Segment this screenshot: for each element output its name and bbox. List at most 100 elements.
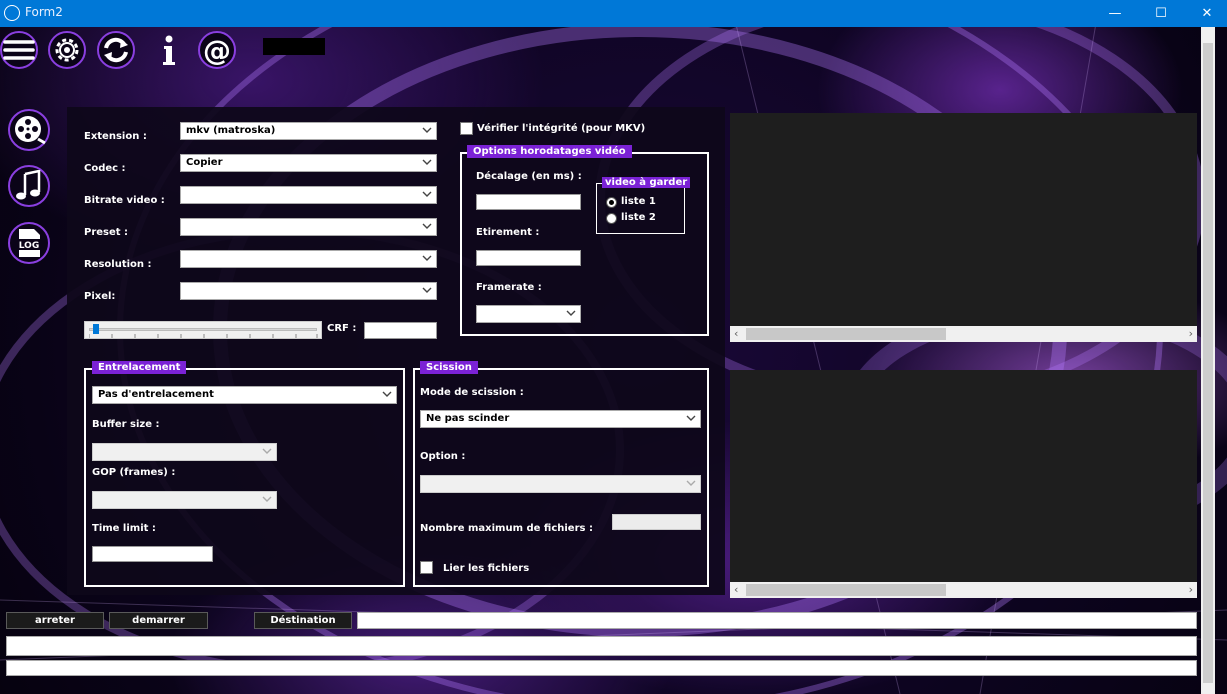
log-pane-top-hscroll[interactable]: ‹ › — [730, 326, 1197, 342]
destination-button[interactable]: Déstination — [254, 612, 352, 629]
stretch-input[interactable] — [476, 250, 581, 266]
timestamps-title: Options horodatages vidéo — [467, 145, 632, 158]
log-pane-top[interactable] — [730, 113, 1197, 326]
chevron-down-icon — [566, 310, 576, 316]
chevron-down-icon — [422, 159, 432, 165]
gop-select[interactable] — [92, 491, 277, 509]
buffer-label: Buffer size : — [92, 419, 160, 430]
stretch-label: Etirement : — [476, 227, 540, 238]
crf-slider[interactable] — [84, 321, 322, 339]
chevron-down-icon — [422, 191, 432, 197]
split-option-select[interactable] — [420, 475, 701, 493]
time-limit-label: Time limit : — [92, 523, 156, 534]
menu-icon[interactable] — [0, 31, 38, 69]
scroll-right-icon[interactable]: › — [1189, 327, 1193, 340]
max-files-label: Nombre maximum de fichiers : — [420, 523, 593, 534]
radio-liste-1[interactable] — [606, 197, 617, 208]
chevron-down-icon — [422, 287, 432, 293]
split-option-label: Option : — [420, 451, 466, 462]
pixel-select[interactable] — [180, 282, 437, 300]
radio-liste-2[interactable] — [606, 213, 617, 224]
video-keep-title: video à garder — [602, 177, 691, 188]
integrity-checkbox[interactable] — [460, 122, 473, 135]
split-title: Scission — [420, 361, 478, 374]
window-title: Form2 — [25, 5, 63, 19]
chevron-down-icon — [262, 448, 272, 454]
link-files-checkbox[interactable] — [420, 561, 433, 574]
chevron-down-icon — [686, 480, 696, 486]
radio-liste-2-label: liste 2 — [621, 212, 656, 223]
gear-icon[interactable] — [48, 31, 86, 69]
vscroll-thumb[interactable] — [1203, 43, 1213, 683]
progress-bar-1 — [6, 636, 1197, 656]
framerate-label: Framerate : — [476, 282, 542, 293]
scroll-left-icon[interactable]: ‹ — [734, 583, 738, 596]
codec-value: Copier — [186, 157, 223, 168]
extension-label: Extension : — [84, 131, 147, 142]
scroll-thumb[interactable] — [746, 328, 946, 340]
log-icon[interactable]: LOG — [8, 222, 50, 264]
resolution-select[interactable] — [180, 250, 437, 268]
crf-slider-track — [89, 328, 317, 331]
maximize-button[interactable]: ☐ — [1138, 0, 1184, 27]
crf-input[interactable] — [364, 322, 437, 339]
link-files-label: Lier les fichiers — [443, 563, 530, 574]
crf-slider-ticks — [89, 334, 318, 338]
window-vscroll[interactable] — [1201, 27, 1215, 694]
status-box — [263, 38, 325, 55]
codec-label: Codec : — [84, 163, 126, 174]
codec-select[interactable]: Copier — [180, 154, 437, 172]
chevron-down-icon — [686, 415, 696, 421]
pixel-label: Pixel: — [84, 291, 116, 302]
extension-value: mkv (matroska) — [186, 125, 276, 136]
bitrate-select[interactable] — [180, 186, 437, 204]
start-button[interactable]: demarrer — [109, 612, 208, 629]
crf-label: CRF : — [327, 323, 357, 334]
preset-select[interactable] — [180, 218, 437, 236]
resolution-label: Resolution : — [84, 259, 152, 270]
radio-liste-1-label: liste 1 — [621, 196, 656, 207]
interlace-select[interactable]: Pas d'entrelacement — [92, 386, 397, 404]
preset-label: Preset : — [84, 227, 129, 238]
scroll-left-icon[interactable]: ‹ — [734, 327, 738, 340]
framerate-select[interactable] — [476, 305, 581, 323]
stop-button[interactable]: arreter — [6, 612, 104, 629]
log-icon-text: LOG — [19, 241, 39, 251]
time-limit-input[interactable] — [92, 546, 213, 562]
crf-slider-thumb[interactable] — [93, 324, 100, 334]
info-icon[interactable] — [150, 31, 188, 69]
chevron-down-icon — [382, 391, 392, 397]
interlace-value: Pas d'entrelacement — [98, 389, 214, 400]
video-keep-group — [596, 183, 685, 234]
log-pane-bottom-hscroll[interactable]: ‹ › — [730, 582, 1197, 598]
progress-bar-2 — [6, 660, 1197, 676]
chevron-down-icon — [422, 127, 432, 133]
destination-path-input[interactable] — [357, 612, 1197, 629]
log-pane-bottom[interactable] — [730, 370, 1197, 582]
at-icon[interactable]: @ — [198, 31, 236, 69]
split-mode-select[interactable]: Ne pas scinder — [420, 410, 701, 428]
max-files-input[interactable] — [612, 514, 701, 530]
film-reel-icon[interactable] — [8, 109, 50, 151]
offset-input[interactable] — [476, 194, 581, 210]
integrity-label: Vérifier l'intégrité (pour MKV) — [477, 123, 646, 134]
chevron-down-icon — [262, 496, 272, 502]
buffer-select[interactable] — [92, 443, 277, 461]
minimize-button[interactable]: — — [1092, 0, 1138, 27]
split-mode-value: Ne pas scinder — [426, 413, 510, 424]
chevron-down-icon — [422, 255, 432, 261]
refresh-icon[interactable] — [97, 31, 135, 69]
split-mode-label: Mode de scission : — [420, 387, 524, 398]
scroll-thumb[interactable] — [746, 584, 946, 596]
title-bar: Form2 — ☐ ✕ — [0, 0, 1227, 27]
music-note-icon[interactable] — [8, 165, 50, 207]
app-icon — [4, 5, 20, 21]
bitrate-label: Bitrate video : — [84, 195, 165, 206]
interlace-title: Entrelacement — [92, 361, 187, 374]
close-button[interactable]: ✕ — [1184, 0, 1227, 27]
offset-label: Décalage (en ms) : — [476, 171, 582, 182]
scroll-right-icon[interactable]: › — [1189, 583, 1193, 596]
svg-text:@: @ — [203, 34, 231, 67]
extension-select[interactable]: mkv (matroska) — [180, 122, 437, 140]
chevron-down-icon — [422, 223, 432, 229]
